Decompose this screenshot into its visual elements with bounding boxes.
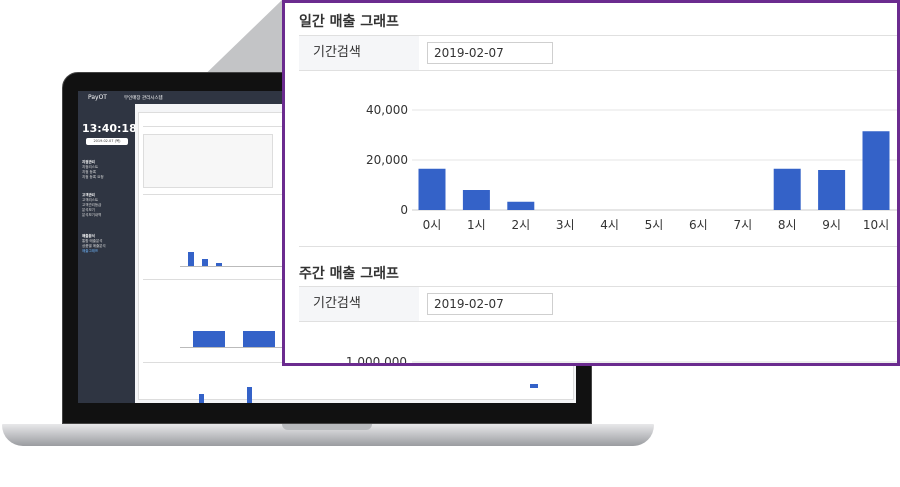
- mini-clock: 13:40:18: [82, 122, 137, 135]
- hourly-bar[interactable]: [773, 168, 801, 210]
- zoom-panel: 일간 매출 그래프 기간검색 2019-02-07 0 20,000 40,000 0…: [282, 0, 900, 366]
- mini-menu-item[interactable]: 분석보기내역: [82, 213, 101, 218]
- mini-filter-table: [143, 134, 273, 188]
- mini-bar: [247, 387, 252, 403]
- mini-menu-group: 고객관리 고객리스트 고객관리등급 분석보기 분석보기내역: [82, 193, 101, 218]
- hourly-x-tick: 4시: [600, 218, 619, 232]
- stage: PayOT 무인매장 관리시스템 13:40:18 2019.02.07 (목)…: [0, 0, 900, 487]
- weekly-section-title: 주간 매출 그래프: [299, 266, 399, 282]
- hourly-y-tick: 20,000: [366, 153, 408, 167]
- mini-app-title: 무인매장 관리시스템: [124, 96, 163, 101]
- mini-bar: [193, 331, 225, 347]
- mini-sidebar: 13:40:18 2019.02.07 (목) 지점관리 지점리스트 지점 등록…: [78, 104, 137, 403]
- hourly-filter-label: 기간검색: [299, 36, 419, 70]
- weekly-y-tick: 1,000,000: [346, 355, 407, 366]
- hourly-x-tick: 7시: [733, 218, 752, 232]
- hourly-x-tick: 10시: [863, 218, 889, 232]
- hourly-filter-row: 기간검색 2019-02-07: [299, 35, 897, 71]
- mini-menu-group: 매출분석 통합 매출분석 상품별 매출분석 매출그래프: [82, 234, 106, 254]
- hourly-section-title: 일간 매출 그래프: [299, 14, 399, 30]
- hourly-x-tick: 1시: [467, 218, 486, 232]
- hourly-x-tick: 5시: [645, 218, 664, 232]
- hourly-x-tick: 6시: [689, 218, 708, 232]
- mini-bar: [202, 259, 208, 266]
- hourly-x-tick: 3시: [556, 218, 575, 232]
- mini-date: 2019.02.07 (목): [86, 138, 128, 145]
- mini-bar: [199, 394, 204, 403]
- mini-menu-item[interactable]: 매출그래프: [82, 249, 106, 254]
- hourly-bar[interactable]: [862, 131, 890, 210]
- mini-logo: PayOT: [88, 94, 107, 101]
- mini-bar: [188, 252, 194, 266]
- hourly-chart: 0 20,000 40,000 0시 1시 2시 3시 4시 5시 6시 7시 8시 9시 10시: [366, 103, 897, 232]
- hourly-y-tick: 40,000: [366, 103, 408, 117]
- weekly-filter-row: 기간검색 2019-02-07: [299, 286, 897, 322]
- mini-menu-item[interactable]: 지점 등록 요청: [82, 175, 104, 180]
- weekly-date-input[interactable]: 2019-02-07: [427, 293, 553, 315]
- hourly-x-tick: 0시: [423, 218, 442, 232]
- weekly-filter-label: 기간검색: [299, 287, 419, 321]
- hourly-bar[interactable]: [462, 190, 490, 210]
- hourly-x-tick: 8시: [778, 218, 797, 232]
- hourly-x-tick: 2시: [511, 218, 530, 232]
- mini-bar: [243, 331, 275, 347]
- hourly-bar[interactable]: [418, 168, 446, 210]
- mini-legend-swatch: [530, 384, 538, 388]
- hourly-x-tick: 9시: [822, 218, 841, 232]
- hourly-date-input[interactable]: 2019-02-07: [427, 42, 553, 64]
- weekly-chart: 1,000,000: [346, 355, 897, 366]
- hourly-y-tick: 0: [400, 203, 408, 217]
- mini-menu-group: 지점관리 지점리스트 지점 등록 지점 등록 요청: [82, 160, 104, 180]
- laptop-notch: [282, 424, 372, 430]
- hourly-bar[interactable]: [507, 201, 535, 210]
- hourly-bar[interactable]: [818, 170, 846, 210]
